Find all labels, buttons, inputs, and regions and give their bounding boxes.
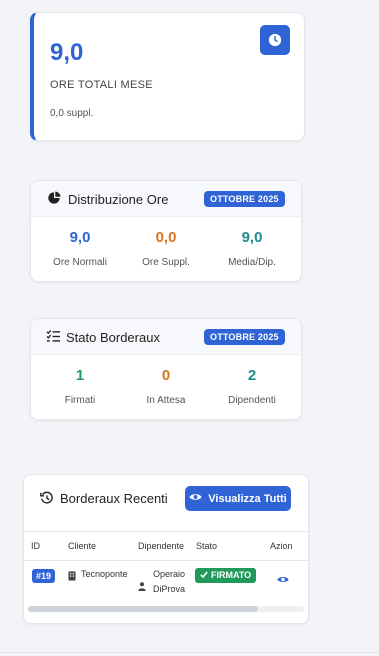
- period-badge: OTTOBRE 2025: [204, 191, 285, 207]
- signed-count-label: Firmati: [64, 395, 96, 406]
- recent-table: ID Cliente Dipendente Stato Azion #19 Te…: [24, 531, 308, 623]
- row-id-badge[interactable]: #19: [32, 569, 56, 583]
- divider: [0, 652, 379, 653]
- total-hours-label: ORE TOTALI MESE: [50, 79, 153, 91]
- normal-hours-label: Ore Normali: [53, 257, 107, 268]
- card-title: Borderaux Recenti: [60, 491, 168, 506]
- check-icon: [200, 568, 208, 583]
- card-title: Distribuzione Ore: [68, 192, 169, 207]
- average-per-employee-label: Media/Dip.: [228, 257, 276, 268]
- checklist-icon: [46, 329, 61, 348]
- overtime-hours-label: Ore Suppl.: [142, 257, 190, 268]
- row-cliente: Tecnoponte: [81, 569, 128, 579]
- borderaux-status-card: Stato Borderaux OTTOBRE 2025 1 Firmati 0…: [30, 318, 302, 420]
- pending-count-value: 0: [161, 367, 171, 384]
- column-header-dipendente: Dipendente: [138, 541, 185, 551]
- horizontal-scrollbar[interactable]: [28, 606, 304, 612]
- view-all-label: Visualizza Tutti: [208, 492, 287, 505]
- card-header: Distribuzione Ore OTTOBRE 2025: [31, 181, 301, 217]
- user-icon: [138, 578, 146, 596]
- clock-icon: [260, 25, 290, 55]
- divider: [24, 560, 308, 561]
- history-icon: [40, 491, 54, 510]
- status-label: FIRMATO: [211, 570, 252, 580]
- signed-count-value: 1: [75, 367, 85, 384]
- card-header: Borderaux Recenti Visualizza Tutti: [24, 475, 308, 527]
- period-badge: OTTOBRE 2025: [204, 329, 285, 345]
- eye-icon[interactable]: [277, 571, 289, 589]
- building-icon: [68, 568, 76, 586]
- hours-distribution-card: Distribuzione Ore OTTOBRE 2025 9,0 Ore N…: [30, 180, 302, 282]
- average-per-employee-value: 9,0: [241, 229, 263, 246]
- employees-count-value: 2: [247, 367, 257, 384]
- pending-count-label: In Attesa: [146, 395, 186, 406]
- column-header-stato: Stato: [196, 541, 218, 551]
- view-all-button[interactable]: Visualizza Tutti: [185, 486, 291, 511]
- employees-count-label: Dipendenti: [228, 395, 276, 406]
- row-dipendente-line1: Operaio: [153, 569, 186, 579]
- eye-icon: [189, 492, 202, 505]
- status-badge: FIRMATO: [195, 568, 257, 583]
- total-hours-card: 9,0 ORE TOTALI MESE 0,0 suppl.: [30, 12, 305, 141]
- divider: [24, 531, 308, 532]
- normal-hours-value: 9,0: [69, 229, 91, 246]
- column-header-cliente: Cliente: [68, 541, 97, 551]
- recent-borderaux-card: Borderaux Recenti Visualizza Tutti ID Cl…: [23, 474, 309, 624]
- column-header-id: ID: [31, 541, 40, 551]
- card-title: Stato Borderaux: [66, 330, 160, 345]
- card-header: Stato Borderaux OTTOBRE 2025: [31, 319, 301, 355]
- total-hours-value: 9,0: [50, 39, 84, 66]
- row-dipendente-line2: DiProva: [153, 584, 186, 594]
- overtime-hours-value: 0,0: [155, 229, 177, 246]
- scrollbar-thumb[interactable]: [28, 606, 258, 612]
- pie-chart-icon: [47, 191, 61, 210]
- column-header-azioni: Azion: [270, 541, 293, 551]
- overtime-subtext: 0,0 suppl.: [50, 108, 94, 119]
